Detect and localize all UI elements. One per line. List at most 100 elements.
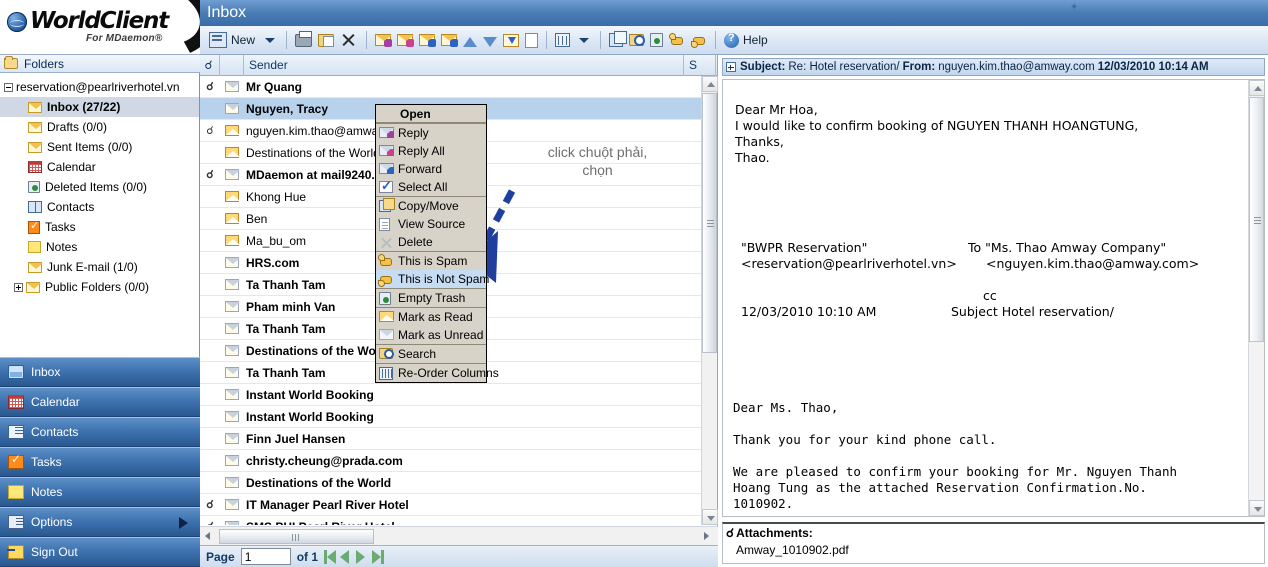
message-row[interactable]: Instant World Booking — [200, 406, 717, 428]
reply-all-button[interactable] — [394, 28, 416, 52]
column-header-attachment[interactable]: ☌ — [200, 54, 220, 76]
context-menu-item-delete[interactable]: Delete — [376, 233, 486, 251]
message-status-cell — [220, 499, 244, 510]
collapse-icon[interactable] — [4, 82, 13, 92]
this-is-not-spam-button[interactable] — [688, 28, 710, 52]
new-dropdown-caret[interactable] — [265, 37, 276, 43]
this-is-spam-button[interactable] — [666, 28, 688, 52]
account-node[interactable]: reservation@pearlriverhotel.vn — [0, 79, 199, 97]
context-menu-item-this-is-not-spam[interactable]: This is Not Spam — [376, 270, 489, 288]
attachment-link[interactable]: Amway_1010902.pdf — [736, 543, 1264, 557]
column-header-subject[interactable]: S — [684, 54, 716, 76]
context-menu[interactable]: Open Reply Reply All Forward Select All Copy/… — [375, 104, 499, 383]
reply-button[interactable] — [372, 28, 394, 52]
nav-button-sign-out[interactable]: Sign Out — [0, 537, 200, 567]
intro-line: Thao. — [735, 150, 770, 165]
contacts-icon — [28, 201, 42, 213]
previous-page-button[interactable] — [340, 549, 355, 564]
nav-button-tasks[interactable]: Tasks — [0, 447, 200, 477]
forward-button[interactable] — [416, 28, 438, 52]
sidebar-item-inbox[interactable]: Inbox (27/22) — [0, 97, 199, 117]
search-button[interactable] — [626, 28, 647, 52]
new-page-button[interactable] — [522, 28, 541, 52]
column-header-status[interactable] — [220, 54, 244, 76]
sidebar-item-public-folders[interactable]: Public Folders (0/0) — [0, 277, 199, 297]
context-menu-item-forward[interactable]: Forward — [376, 160, 486, 178]
print-button[interactable] — [292, 28, 315, 52]
expand-header-icon[interactable] — [726, 62, 736, 72]
context-menu-item-reply[interactable]: Reply — [376, 124, 486, 142]
last-page-button[interactable] — [372, 549, 387, 564]
unread-envelope-icon — [225, 103, 240, 114]
empty-trash-button[interactable] — [647, 28, 666, 52]
context-menu-item-open[interactable]: Open — [376, 105, 486, 123]
message-list-vertical-scrollbar[interactable] — [701, 76, 718, 525]
scroll-down-button[interactable] — [1249, 500, 1264, 516]
context-menu-item-select-all[interactable]: Select All — [376, 178, 486, 196]
context-menu-item-reply-all[interactable]: Reply All — [376, 142, 486, 160]
context-menu-item-this-is-spam[interactable]: This is Spam — [376, 252, 486, 270]
sidebar-item-drafts[interactable]: Drafts (0/0) — [0, 117, 199, 137]
scrollbar-thumb[interactable] — [1249, 97, 1264, 342]
help-button[interactable]: Help — [721, 28, 771, 52]
forward-icon — [419, 34, 437, 47]
nav-button-contacts[interactable]: Contacts — [0, 417, 200, 447]
message-row[interactable]: Destinations of the World — [200, 472, 717, 494]
message-row[interactable]: ☌ Mr Quang — [200, 76, 717, 98]
message-row[interactable]: ☌ IT Manager Pearl River Hotel — [200, 494, 717, 516]
sidebar-item-tasks[interactable]: Tasks — [0, 217, 199, 237]
scroll-up-button[interactable] — [702, 76, 718, 92]
context-menu-item-empty-trash[interactable]: Empty Trash — [376, 289, 486, 307]
message-row[interactable]: christy.cheung@prada.com — [200, 450, 717, 472]
sidebar-item-junk-email[interactable]: Junk E-mail (1/0) — [0, 257, 199, 277]
sidebar-item-label: Sent Items (0/0) — [47, 140, 133, 154]
scrollbar-thumb[interactable] — [702, 93, 717, 353]
page-title-bar: Inbox ✦ — [200, 0, 1268, 26]
move-to-folder-button[interactable] — [315, 28, 337, 52]
context-menu-item-search[interactable]: Search — [376, 345, 486, 363]
message-row[interactable]: Finn Juel Hansen — [200, 428, 717, 450]
message-row[interactable]: Instant World Booking — [200, 384, 717, 406]
nav-button-inbox[interactable]: Inbox — [0, 357, 200, 387]
message-header[interactable]: Subject: Re: Hotel reservation/ From: ng… — [722, 58, 1265, 76]
next-page-button[interactable] — [356, 549, 371, 564]
nav-button-notes[interactable]: Notes — [0, 477, 200, 507]
columns-button[interactable] — [552, 28, 573, 52]
context-menu-item-view-source[interactable]: View Source — [376, 215, 486, 233]
columns-dropdown-caret[interactable] — [579, 37, 590, 43]
sidebar-item-deleted-items[interactable]: Deleted Items (0/0) — [0, 177, 199, 197]
sidebar-item-notes[interactable]: Notes — [0, 237, 199, 257]
message-list-horizontal-scrollbar[interactable] — [200, 526, 718, 545]
nav-button-calendar[interactable]: Calendar — [0, 387, 200, 417]
sidebar-item-calendar[interactable]: Calendar — [0, 157, 199, 177]
forward-as-attachment-button[interactable] — [438, 28, 460, 52]
sidebar-item-sent-items[interactable]: Sent Items (0/0) — [0, 137, 199, 157]
previous-message-button[interactable] — [460, 28, 480, 52]
context-menu-item-mark-as-unread[interactable]: Mark as Unread — [376, 326, 486, 344]
scroll-up-button[interactable] — [1249, 80, 1264, 96]
reorder-columns-icon — [378, 366, 395, 380]
scroll-down-button[interactable] — [702, 509, 718, 525]
unread-envelope-icon — [225, 433, 240, 444]
this-is-not-spam-icon — [691, 33, 707, 48]
new-message-button[interactable]: New — [206, 28, 259, 52]
message-row[interactable]: ☌ SMS PHI Pearl River Hotel — [200, 516, 717, 525]
check-mail-button[interactable] — [500, 28, 522, 52]
reading-pane-scrollbar[interactable] — [1248, 80, 1264, 516]
sidebar-item-label: Public Folders (0/0) — [45, 280, 150, 294]
delete-button[interactable] — [337, 28, 361, 52]
expand-icon[interactable] — [14, 282, 23, 292]
scrollbar-thumb[interactable] — [219, 529, 374, 544]
nav-button-options[interactable]: Options — [0, 507, 200, 537]
context-menu-item-re-order-columns[interactable]: Re-Order Columns — [376, 364, 499, 382]
copy-move-button[interactable] — [606, 28, 628, 52]
first-page-button[interactable] — [324, 549, 339, 564]
column-header-sender[interactable]: Sender — [244, 54, 684, 76]
scroll-right-button[interactable] — [699, 528, 716, 545]
scroll-left-button[interactable] — [200, 528, 217, 545]
sidebar-item-contacts[interactable]: Contacts — [0, 197, 199, 217]
context-menu-item-mark-as-read[interactable]: Mark as Read — [376, 308, 486, 326]
context-menu-item-copy-move[interactable]: Copy/Move — [376, 197, 486, 215]
page-input[interactable] — [240, 548, 291, 565]
next-message-button[interactable] — [480, 28, 500, 52]
